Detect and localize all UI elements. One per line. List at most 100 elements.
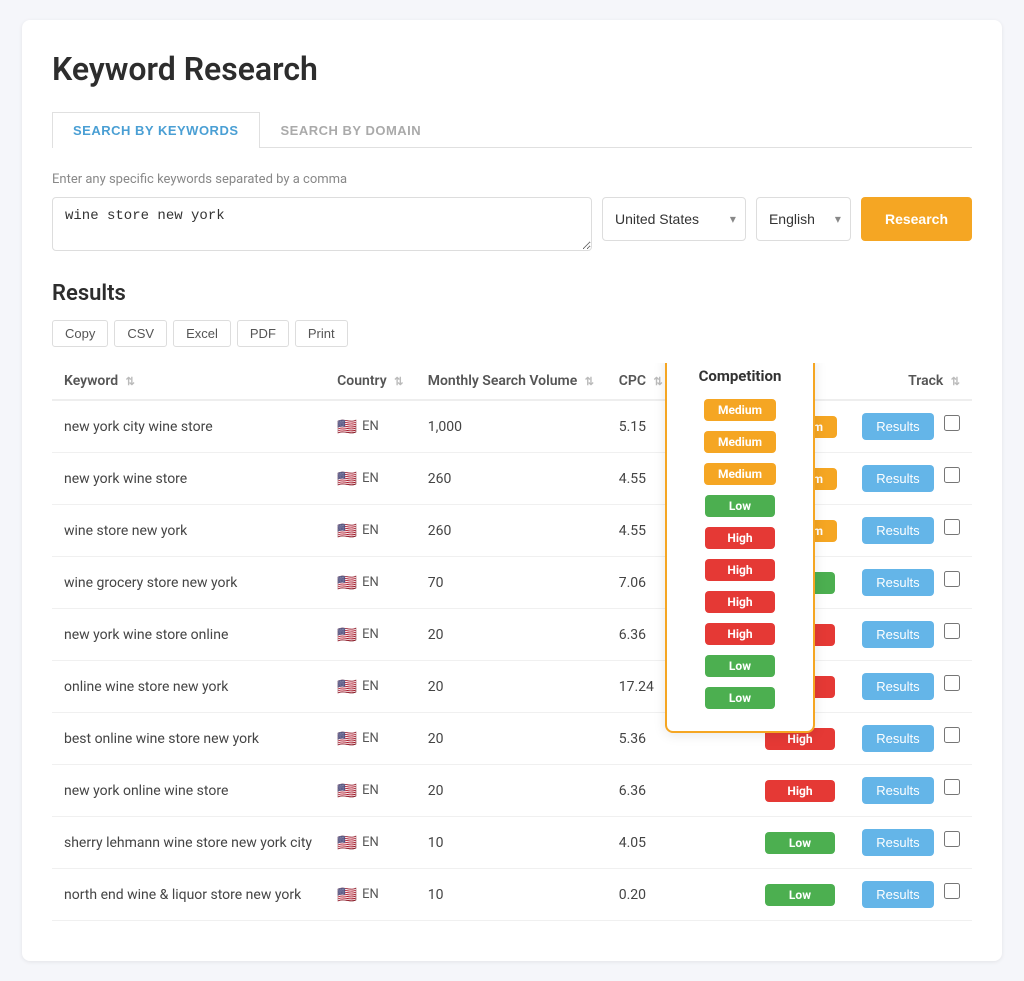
results-button[interactable]: Results: [862, 413, 933, 440]
results-button[interactable]: Results: [862, 569, 933, 596]
sort-volume-icon[interactable]: ⇅: [585, 375, 594, 388]
cell-country: 🇺🇸 EN: [325, 609, 416, 661]
tab-search-by-domain[interactable]: SEARCH BY DOMAIN: [260, 112, 443, 148]
cell-track: Results: [850, 505, 972, 557]
table-row: new york wine store online 🇺🇸 EN 20 6.36…: [52, 609, 972, 661]
cell-competition: Low: [675, 869, 850, 921]
table-row: best online wine store new york 🇺🇸 EN 20…: [52, 713, 972, 765]
cell-track: Results: [850, 557, 972, 609]
flag-icon: 🇺🇸: [337, 729, 357, 748]
results-button[interactable]: Results: [862, 777, 933, 804]
results-button[interactable]: Results: [862, 673, 933, 700]
results-button[interactable]: Results: [862, 881, 933, 908]
competition-badge: Medium: [765, 416, 837, 438]
sort-country-icon[interactable]: ⇅: [394, 375, 403, 388]
cell-keyword: new york online wine store: [52, 765, 325, 817]
language-select[interactable]: English Spanish French German: [756, 197, 851, 241]
track-checkbox[interactable]: [944, 727, 960, 743]
cell-country: 🇺🇸 EN: [325, 453, 416, 505]
cell-track: Results: [850, 713, 972, 765]
cell-country: 🇺🇸 EN: [325, 713, 416, 765]
flag-icon: 🇺🇸: [337, 573, 357, 592]
table-row: sherry lehmann wine store new york city …: [52, 817, 972, 869]
cell-cpc: 4.55: [607, 453, 675, 505]
track-checkbox[interactable]: [944, 779, 960, 795]
cell-country: 🇺🇸 EN: [325, 557, 416, 609]
track-checkbox[interactable]: [944, 883, 960, 899]
cell-keyword: new york city wine store: [52, 400, 325, 453]
cell-competition: High: [675, 609, 850, 661]
cell-volume: 260: [416, 453, 607, 505]
competition-badge: High: [765, 728, 835, 750]
cell-keyword: new york wine store online: [52, 609, 325, 661]
competition-badge: Low: [765, 884, 835, 906]
cell-track: Results: [850, 817, 972, 869]
lang-label: EN: [362, 679, 379, 694]
keyword-input[interactable]: [52, 197, 592, 251]
cell-country: 🇺🇸 EN: [325, 661, 416, 713]
track-checkbox[interactable]: [944, 467, 960, 483]
col-header-country: Country ⇅: [325, 363, 416, 400]
results-table: Keyword ⇅ Country ⇅ Monthly Search Volum…: [52, 363, 972, 921]
sort-cpc-icon[interactable]: ⇅: [653, 375, 662, 388]
cell-country: 🇺🇸 EN: [325, 817, 416, 869]
lang-label: EN: [362, 835, 379, 850]
flag-icon: 🇺🇸: [337, 625, 357, 644]
results-title: Results: [52, 281, 972, 306]
table-row: new york online wine store 🇺🇸 EN 20 6.36…: [52, 765, 972, 817]
cell-cpc: 5.36: [607, 713, 675, 765]
copy-button[interactable]: Copy: [52, 320, 108, 347]
results-button[interactable]: Results: [862, 465, 933, 492]
cell-cpc: 6.36: [607, 765, 675, 817]
flag-icon: 🇺🇸: [337, 417, 357, 436]
cell-track: Results: [850, 661, 972, 713]
competition-badge: High: [765, 624, 835, 646]
tab-bar: SEARCH BY KEYWORDS SEARCH BY DOMAIN: [52, 112, 972, 148]
track-checkbox[interactable]: [944, 831, 960, 847]
cell-volume: 10: [416, 817, 607, 869]
cell-volume: 70: [416, 557, 607, 609]
cell-track: Results: [850, 869, 972, 921]
track-checkbox[interactable]: [944, 571, 960, 587]
results-button[interactable]: Results: [862, 517, 933, 544]
cell-cpc: 0.20: [607, 869, 675, 921]
competition-badge: High: [765, 780, 835, 802]
competition-badge: Low: [765, 572, 835, 594]
country-select-wrapper: United States United Kingdom Canada Aust…: [602, 197, 746, 241]
lang-label: EN: [362, 783, 379, 798]
page-title: Keyword Research: [52, 50, 972, 88]
track-checkbox[interactable]: [944, 519, 960, 535]
cell-volume: 20: [416, 609, 607, 661]
print-button[interactable]: Print: [295, 320, 348, 347]
cell-keyword: wine grocery store new york: [52, 557, 325, 609]
cell-track: Results: [850, 453, 972, 505]
track-checkbox[interactable]: [944, 675, 960, 691]
cell-volume: 260: [416, 505, 607, 557]
excel-button[interactable]: Excel: [173, 320, 231, 347]
search-row: United States United Kingdom Canada Aust…: [52, 197, 972, 251]
cell-country: 🇺🇸 EN: [325, 765, 416, 817]
sort-keyword-icon[interactable]: ⇅: [126, 375, 135, 388]
country-select[interactable]: United States United Kingdom Canada Aust…: [602, 197, 746, 241]
track-checkbox[interactable]: [944, 623, 960, 639]
cell-cpc: 5.15: [607, 400, 675, 453]
sort-track-icon[interactable]: ⇅: [951, 375, 960, 388]
results-button[interactable]: Results: [862, 829, 933, 856]
cell-cpc: 7.06: [607, 557, 675, 609]
search-hint: Enter any specific keywords separated by…: [52, 172, 972, 187]
lang-label: EN: [362, 627, 379, 642]
pdf-button[interactable]: PDF: [237, 320, 289, 347]
cell-cpc: 4.05: [607, 817, 675, 869]
csv-button[interactable]: CSV: [114, 320, 167, 347]
lang-label: EN: [362, 419, 379, 434]
results-button[interactable]: Results: [862, 621, 933, 648]
research-button[interactable]: Research: [861, 197, 972, 241]
cell-track: Results: [850, 400, 972, 453]
cell-track: Results: [850, 609, 972, 661]
flag-icon: 🇺🇸: [337, 833, 357, 852]
results-button[interactable]: Results: [862, 725, 933, 752]
cell-cpc: 17.24: [607, 661, 675, 713]
track-checkbox[interactable]: [944, 415, 960, 431]
lang-label: EN: [362, 471, 379, 486]
tab-search-by-keywords[interactable]: SEARCH BY KEYWORDS: [52, 112, 260, 148]
